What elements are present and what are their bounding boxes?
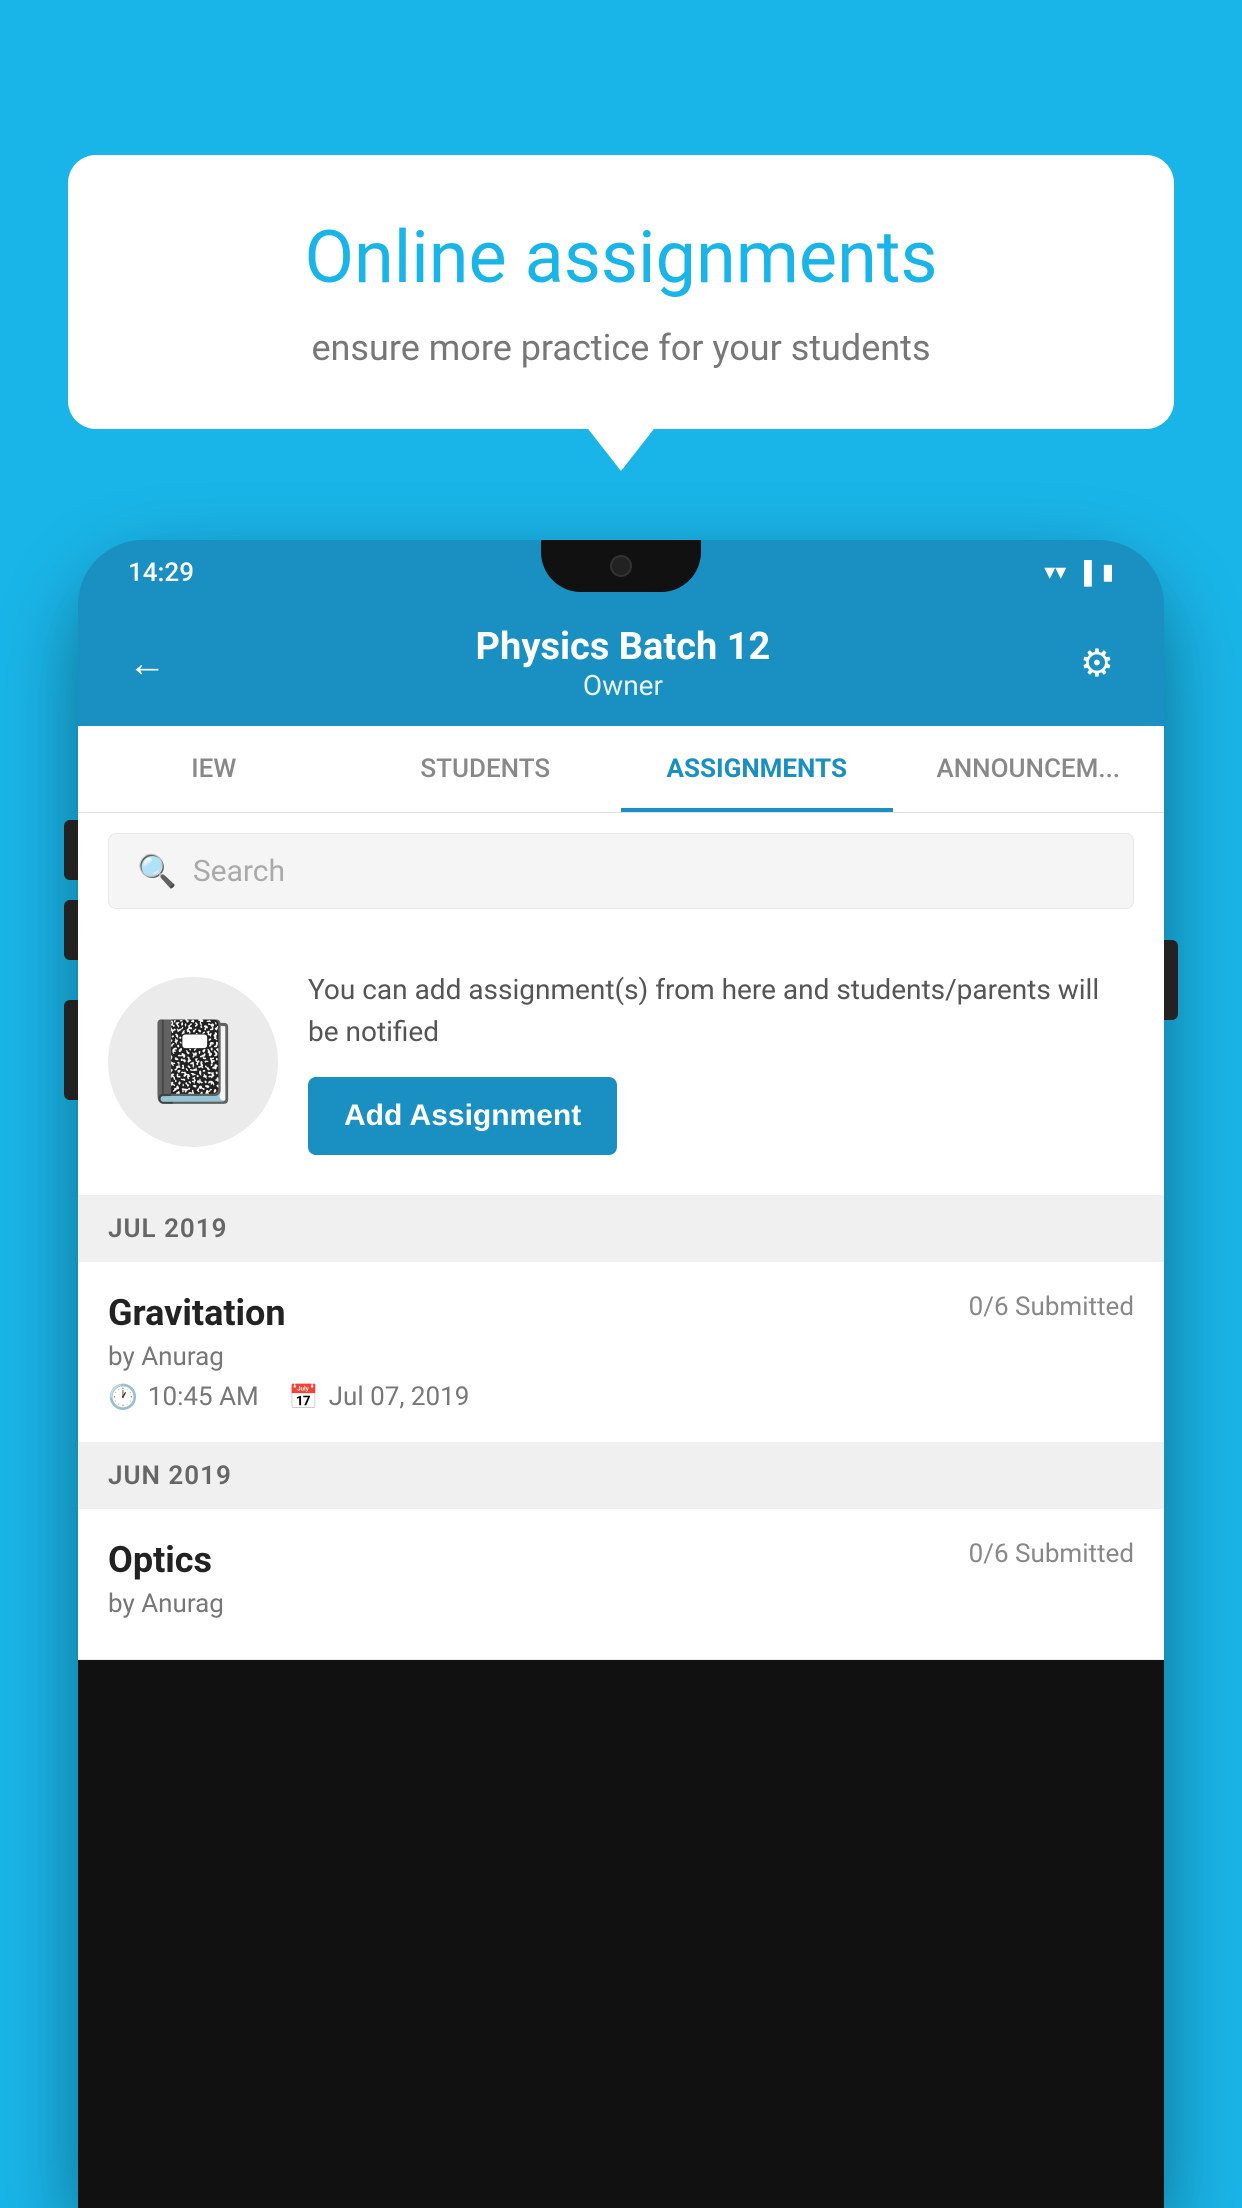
assignment-by: by Anurag (108, 1342, 1134, 1372)
month-header-jun: JUN 2019 (78, 1443, 1164, 1509)
assignment-date-value: Jul 07, 2019 (329, 1382, 470, 1412)
add-assignment-button[interactable]: Add Assignment (308, 1077, 617, 1155)
volume-down-button (64, 900, 78, 960)
assignment-icon-circle: 📓 (108, 977, 278, 1147)
battery-icon: ▮ (1102, 560, 1114, 585)
app-header: ← Physics Batch 12 Owner ⚙ (78, 605, 1164, 726)
assignment-meta: 🕐 10:45 AM 📅 Jul 07, 2019 (108, 1382, 1134, 1412)
assignment-time-value: 10:45 AM (148, 1382, 259, 1412)
wifi-icon: ▾▾ (1044, 560, 1066, 585)
search-bar-container: 🔍 Search (78, 813, 1164, 929)
settings-icon[interactable]: ⚙ (1080, 641, 1114, 686)
signal-icon: ▐ (1076, 560, 1092, 586)
optics-by: by Anurag (108, 1589, 1134, 1619)
search-placeholder: Search (193, 854, 285, 889)
assignment-date: 📅 Jul 07, 2019 (289, 1382, 470, 1412)
tabs-bar: IEW STUDENTS ASSIGNMENTS ANNOUNCEM... (78, 726, 1164, 813)
search-bar[interactable]: 🔍 Search (108, 833, 1134, 909)
phone-mockup: 14:29 ▾▾ ▐ ▮ ← Physics Batch 12 Owner ⚙ … (78, 540, 1164, 2208)
tab-announcements[interactable]: ANNOUNCEM... (893, 726, 1165, 812)
assignment-item-optics[interactable]: Optics 0/6 Submitted by Anurag (78, 1509, 1164, 1660)
power-button (64, 1000, 78, 1100)
assignment-submitted: 0/6 Submitted (969, 1292, 1134, 1322)
optics-name: Optics (108, 1539, 212, 1581)
optics-item-top: Optics 0/6 Submitted (108, 1539, 1134, 1581)
header-center: Physics Batch 12 Owner (476, 625, 771, 702)
tab-students[interactable]: STUDENTS (350, 726, 622, 812)
status-icons: ▾▾ ▐ ▮ (1044, 560, 1114, 586)
assignment-item-top: Gravitation 0/6 Submitted (108, 1292, 1134, 1334)
assignment-promo-right: You can add assignment(s) from here and … (308, 969, 1134, 1155)
side-button-right (1164, 940, 1178, 1020)
optics-submitted: 0/6 Submitted (969, 1539, 1134, 1569)
calendar-icon: 📅 (289, 1383, 319, 1411)
status-bar: 14:29 ▾▾ ▐ ▮ (78, 540, 1164, 605)
screen-content: 🔍 Search 📓 You can add assignment(s) fro… (78, 813, 1164, 1660)
assignment-promo-block: 📓 You can add assignment(s) from here an… (78, 929, 1164, 1196)
speech-bubble: Online assignments ensure more practice … (68, 155, 1174, 429)
clock-icon: 🕐 (108, 1383, 138, 1411)
tab-iew[interactable]: IEW (78, 726, 350, 812)
phone-outer: 14:29 ▾▾ ▐ ▮ ← Physics Batch 12 Owner ⚙ … (78, 540, 1164, 2208)
volume-up-button (64, 820, 78, 880)
header-title: Physics Batch 12 (476, 625, 771, 669)
assignment-time: 🕐 10:45 AM (108, 1382, 259, 1412)
assignment-name: Gravitation (108, 1292, 286, 1334)
tab-assignments[interactable]: ASSIGNMENTS (621, 726, 893, 812)
promo-container: Online assignments ensure more practice … (68, 155, 1174, 429)
back-button[interactable]: ← (128, 642, 166, 686)
status-time: 14:29 (128, 558, 194, 588)
promo-subtitle: ensure more practice for your students (138, 323, 1104, 373)
assignment-promo-text: You can add assignment(s) from here and … (308, 969, 1134, 1053)
month-header-jul: JUL 2019 (78, 1196, 1164, 1262)
header-subtitle: Owner (476, 669, 771, 702)
notch (541, 540, 701, 592)
assignment-item-gravitation[interactable]: Gravitation 0/6 Submitted by Anurag 🕐 10… (78, 1262, 1164, 1443)
search-icon: 🔍 (137, 852, 177, 890)
promo-title: Online assignments (138, 215, 1104, 301)
front-camera (610, 555, 632, 577)
notebook-icon: 📓 (143, 1015, 243, 1109)
